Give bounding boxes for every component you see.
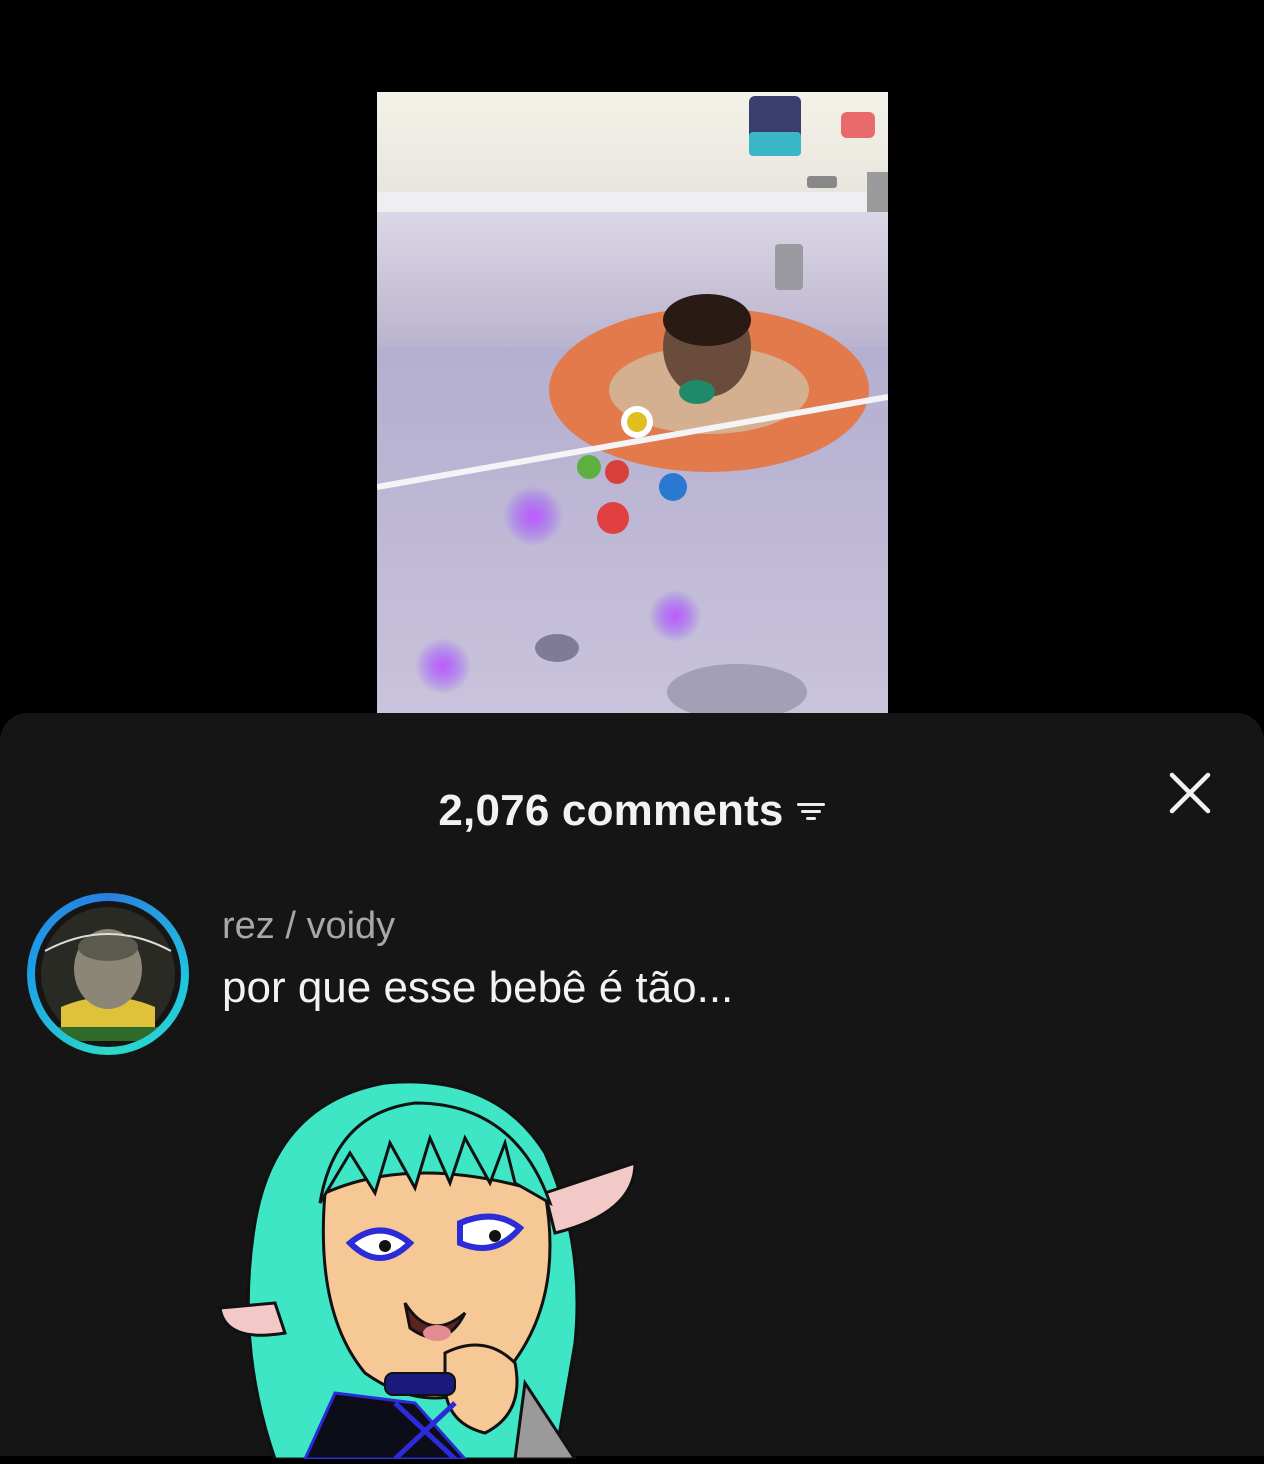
comments-count: 2,076 comments — [438, 786, 784, 835]
comment-item: rez / voidy por que esse bebê é tão... — [0, 893, 1264, 1461]
comments-sheet: 2,076 comments rez / voidy por que esse … — [0, 713, 1264, 1461]
comment-username[interactable]: rez / voidy — [222, 905, 395, 948]
comment-text: por que esse bebê é tão... — [222, 963, 734, 1012]
avatar[interactable] — [27, 893, 189, 1055]
filter-icon[interactable] — [796, 799, 826, 823]
video-thumbnail[interactable] — [377, 92, 888, 716]
comment-sticker — [215, 1043, 645, 1461]
comments-header: 2,076 comments — [0, 785, 1264, 837]
video-player[interactable] — [0, 0, 1264, 716]
close-button[interactable] — [1166, 769, 1214, 817]
close-icon — [1169, 772, 1211, 814]
